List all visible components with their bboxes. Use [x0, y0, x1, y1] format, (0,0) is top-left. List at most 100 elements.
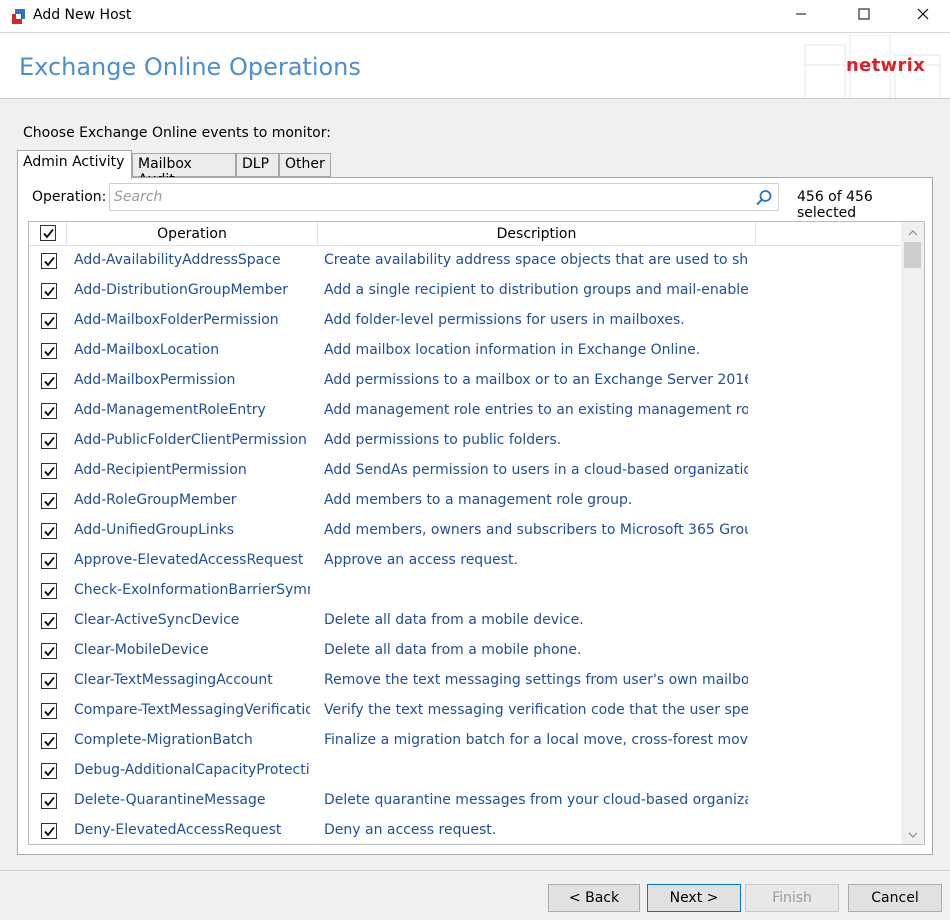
operation-name: Add-RecipientPermission — [74, 462, 247, 478]
operation-description: Add SendAs permission to users in a clou… — [324, 462, 748, 478]
operations-grid: Operation Description Add-AvailabilityAd… — [28, 221, 925, 845]
table-row[interactable]: Add-MailboxFolderPermission Add folder-l… — [29, 306, 901, 336]
row-checkbox[interactable] — [41, 553, 57, 569]
title-bar: Add New Host — [0, 0, 950, 32]
row-checkbox[interactable] — [41, 823, 57, 839]
tab-admin-activity[interactable]: Admin Activity — [17, 150, 132, 179]
operation-name: Add-MailboxFolderPermission — [74, 312, 279, 328]
back-button[interactable]: < Back — [548, 884, 640, 912]
table-row[interactable]: Add-UnifiedGroupLinks Add members, owner… — [29, 516, 901, 546]
netwrix-logo: netwrix — [846, 55, 926, 76]
grid-header: Operation Description — [29, 222, 924, 246]
table-row[interactable]: Approve-ElevatedAccessRequest Approve an… — [29, 546, 901, 576]
table-row[interactable]: Add-RecipientPermission Add SendAs permi… — [29, 456, 901, 486]
close-icon — [917, 8, 929, 24]
operation-name: Add-DistributionGroupMember — [74, 282, 289, 298]
column-header-description[interactable]: Description — [318, 222, 756, 246]
scroll-down-button[interactable] — [901, 824, 924, 844]
row-checkbox[interactable] — [41, 763, 57, 779]
row-checkbox[interactable] — [41, 403, 57, 419]
table-row[interactable]: Debug-AdditionalCapacityProtectio — [29, 756, 901, 786]
operation-description: Add members to a management role group. — [324, 492, 633, 508]
operation-description: Add management role entries to an existi… — [324, 402, 748, 418]
row-checkbox[interactable] — [41, 493, 57, 509]
operation-name: Add-RoleGroupMember — [74, 492, 237, 508]
row-checkbox[interactable] — [41, 583, 57, 599]
search-icon[interactable] — [755, 189, 773, 207]
row-checkbox[interactable] — [41, 283, 57, 299]
row-checkbox[interactable] — [41, 613, 57, 629]
operation-name: Deny-ElevatedAccessRequest — [74, 822, 282, 838]
row-checkbox[interactable] — [41, 433, 57, 449]
tab-dlp[interactable]: DLP — [236, 153, 279, 177]
operation-name: Check-ExoInformationBarrierSymme — [74, 582, 310, 598]
close-button[interactable] — [900, 0, 946, 32]
tab-mailbox-audit[interactable]: Mailbox Audit — [132, 153, 236, 188]
operation-description: Add mailbox location information in Exch… — [324, 342, 701, 358]
operation-name: Clear-MobileDevice — [74, 642, 209, 658]
table-row[interactable]: Complete-MigrationBatch Finalize a migra… — [29, 726, 901, 756]
vertical-scrollbar[interactable] — [901, 222, 924, 844]
operation-name: Complete-MigrationBatch — [74, 732, 253, 748]
cancel-button[interactable]: Cancel — [848, 884, 942, 912]
table-row[interactable]: Clear-TextMessagingAccount Remove the te… — [29, 666, 901, 696]
row-checkbox[interactable] — [41, 673, 57, 689]
operation-name: Add-ManagementRoleEntry — [74, 402, 266, 418]
row-checkbox[interactable] — [41, 643, 57, 659]
table-row[interactable]: Clear-MobileDevice Delete all data from … — [29, 636, 901, 666]
chevron-up-icon — [908, 224, 918, 240]
maximize-icon — [858, 8, 870, 24]
row-checkbox[interactable] — [41, 373, 57, 389]
page-title: Exchange Online Operations — [19, 53, 361, 81]
next-button[interactable]: Next > — [647, 884, 741, 912]
table-row[interactable]: Add-AvailabilityAddressSpace Create avai… — [29, 246, 901, 276]
row-checkbox[interactable] — [41, 463, 57, 479]
row-checkbox[interactable] — [41, 343, 57, 359]
tab-other[interactable]: Other — [279, 153, 331, 177]
operation-filter-label: Operation: — [32, 189, 107, 205]
row-checkbox[interactable] — [41, 793, 57, 809]
scroll-up-button[interactable] — [901, 222, 924, 242]
wizard-header: Exchange Online Operations netwrix — [0, 32, 950, 99]
column-header-operation[interactable]: Operation — [67, 222, 318, 246]
table-row[interactable]: Add-ManagementRoleEntry Add management r… — [29, 396, 901, 426]
minimize-icon — [795, 8, 807, 24]
table-row[interactable]: Add-MailboxLocation Add mailbox location… — [29, 336, 901, 366]
operation-name: Add-MailboxLocation — [74, 342, 220, 358]
app-icon — [10, 8, 27, 25]
operation-description: Add a single recipient to distribution g… — [324, 282, 748, 298]
choose-events-label: Choose Exchange Online events to monitor… — [23, 125, 331, 141]
table-row[interactable]: Add-RoleGroupMember Add members to a man… — [29, 486, 901, 516]
maximize-button[interactable] — [841, 0, 887, 32]
selected-count: 456 of 456 selected — [797, 189, 873, 221]
row-checkbox[interactable] — [41, 253, 57, 269]
search-input[interactable] — [114, 187, 744, 207]
table-row[interactable]: Compare-TextMessagingVerificatior Verify… — [29, 696, 901, 726]
table-row[interactable]: Check-ExoInformationBarrierSymme — [29, 576, 901, 606]
row-checkbox[interactable] — [41, 733, 57, 749]
operation-description: Remove the text messaging settings from … — [324, 672, 748, 688]
operation-name: Add-PublicFolderClientPermission — [74, 432, 307, 448]
table-row[interactable]: Add-PublicFolderClientPermission Add per… — [29, 426, 901, 456]
table-row[interactable]: Deny-ElevatedAccessRequest Deny an acces… — [29, 816, 901, 844]
minimize-button[interactable] — [778, 0, 824, 32]
operation-name: Add-MailboxPermission — [74, 372, 236, 388]
operation-name: Add-UnifiedGroupLinks — [74, 522, 235, 538]
operation-description: Add permissions to a mailbox or to an Ex… — [324, 372, 748, 388]
row-checkbox[interactable] — [41, 313, 57, 329]
scroll-thumb[interactable] — [904, 242, 921, 268]
window-title: Add New Host — [33, 7, 132, 23]
table-row[interactable]: Add-MailboxPermission Add permissions to… — [29, 366, 901, 396]
operation-name: Approve-ElevatedAccessRequest — [74, 552, 304, 568]
operation-name: Delete-QuarantineMessage — [74, 792, 266, 808]
table-row[interactable]: Delete-QuarantineMessage Delete quaranti… — [29, 786, 901, 816]
operation-description: Add permissions to public folders. — [324, 432, 562, 448]
select-all-checkbox[interactable] — [40, 225, 56, 241]
table-row[interactable]: Add-DistributionGroupMember Add a single… — [29, 276, 901, 306]
row-checkbox[interactable] — [41, 703, 57, 719]
table-row[interactable]: Clear-ActiveSyncDevice Delete all data f… — [29, 606, 901, 636]
operation-description: Add members, owners and subscribers to M… — [324, 522, 748, 538]
operation-name: Clear-ActiveSyncDevice — [74, 612, 240, 628]
row-checkbox[interactable] — [41, 523, 57, 539]
admin-activity-panel: Operation: 456 of 456 selected Operation… — [17, 177, 933, 855]
